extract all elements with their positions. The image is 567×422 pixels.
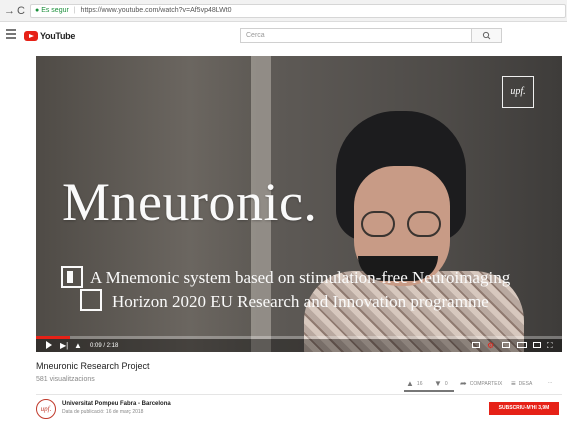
channel-name[interactable]: Universitat Pompeu Fabra - Barcelona (62, 401, 171, 407)
lock-icon: ● (35, 7, 40, 14)
url-text: https://www.youtube.com/watch?v=Af5vp48L… (80, 7, 232, 14)
player-controls: ▶| ▲ 0:09 / 2:18 ⚙ ⛶ (36, 339, 562, 352)
secure-label: Es segur (41, 7, 69, 14)
video-title: Mneuronic Research Project (36, 361, 150, 371)
search-button[interactable] (472, 28, 502, 43)
settings-gear-icon[interactable]: ⚙ (487, 341, 494, 350)
subtitles-icon[interactable] (472, 342, 480, 348)
youtube-masthead: YouTube Cerca (0, 23, 567, 49)
more-icon: ... (548, 379, 553, 385)
search-icon (482, 31, 491, 40)
address-bar[interactable]: ● Es segur | https://www.youtube.com/wat… (30, 4, 566, 18)
share-arrow-icon: ➦ (460, 379, 467, 388)
play-icon[interactable] (46, 341, 52, 349)
like-ratio-fill (404, 390, 454, 392)
divider (36, 394, 562, 395)
hamburger-menu-icon[interactable] (6, 29, 16, 39)
time-display: 0:09 / 2:18 (90, 343, 119, 349)
like-count: 16 (416, 380, 423, 387)
search-input[interactable]: Cerca (240, 28, 472, 43)
dislike-button[interactable]: ▼ 0 (434, 379, 448, 388)
cast-icon[interactable] (533, 342, 541, 348)
back-arrow-icon[interactable]: → (4, 4, 15, 18)
save-label: DESA (518, 380, 533, 387)
video-overlay-subtitle-2: Horizon 2020 EU Research and Innovation … (112, 292, 489, 311)
share-label: COMPARTEIX (469, 380, 503, 387)
channel-avatar[interactable]: upf. (36, 399, 56, 419)
overlay-square-outline-icon (80, 289, 102, 311)
upf-watermark-logo: upf. (502, 76, 534, 108)
next-icon[interactable]: ▶| (60, 341, 68, 350)
youtube-logo-text: YouTube (40, 31, 76, 41)
fullscreen-icon[interactable]: ⛶ (547, 341, 553, 350)
publish-date: Data de publicació: 16 de març 2018 (62, 409, 144, 415)
browser-toolbar: → C ● Es segur | https://www.youtube.com… (0, 0, 567, 22)
save-button[interactable]: ≡ DESA (511, 379, 532, 388)
video-person-glasses-right (407, 211, 441, 237)
like-ratio-bar (404, 390, 454, 392)
youtube-logo[interactable]: YouTube (24, 31, 75, 41)
reload-icon[interactable]: C (17, 4, 25, 18)
dislike-count: 0 (444, 380, 448, 387)
video-overlay-subtitle-1: A Mnemonic system based on stimulation-f… (90, 268, 511, 287)
more-actions-button[interactable]: ... (548, 379, 552, 385)
share-button[interactable]: ➦ COMPARTEIX (460, 379, 502, 388)
thumbs-up-icon: ▲ (406, 379, 414, 388)
thumbs-down-icon: ▼ (434, 379, 442, 388)
overlay-square-icon (61, 266, 83, 288)
address-separator: | (73, 7, 76, 14)
view-count: 581 visualitzacions (36, 376, 95, 383)
like-button[interactable]: ▲ 16 (406, 379, 422, 388)
volume-icon[interactable]: ▲ (74, 341, 82, 350)
miniplayer-icon[interactable] (502, 342, 510, 348)
youtube-play-logo-icon (24, 31, 38, 41)
subscribe-button[interactable]: SUBSCRIU-M'HI 3,9M (489, 402, 559, 415)
video-player[interactable]: upf. Mneuronic. A Mnemonic system based … (36, 56, 562, 352)
add-to-playlist-icon: ≡ (511, 379, 516, 388)
theater-mode-icon[interactable] (517, 342, 527, 348)
video-overlay-title: Mneuronic. (62, 172, 318, 232)
video-person-glasses-left (361, 211, 395, 237)
